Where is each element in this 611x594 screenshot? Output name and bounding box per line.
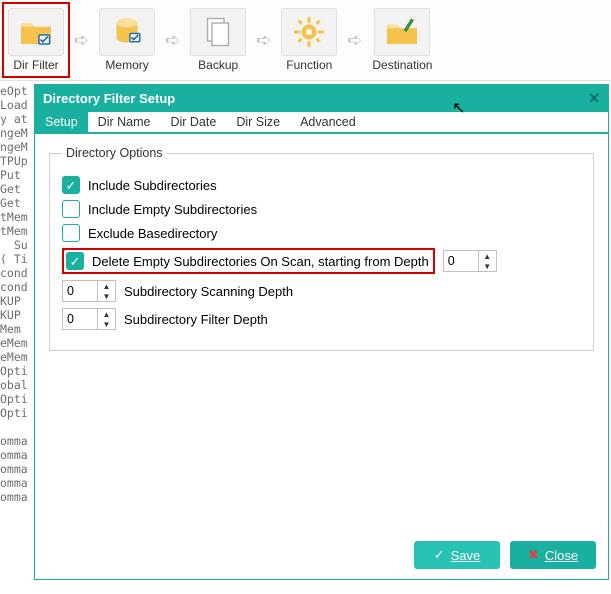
x-icon: ✖ [528, 547, 539, 563]
arrow-icon: ➪ [68, 30, 95, 51]
arrow-icon: ➪ [250, 30, 277, 51]
checkbox-exclude-base[interactable] [62, 224, 80, 242]
tab-dir-name[interactable]: Dir Name [88, 112, 161, 132]
toolbar-dir-filter[interactable]: Dir Filter [4, 4, 68, 76]
directory-options-group: Directory Options Include Subdirectories… [49, 146, 594, 351]
dialog-titlebar: Directory Filter Setup ✕ [35, 85, 608, 112]
input-delete-depth-field[interactable] [444, 251, 478, 271]
input-scan-depth[interactable]: ▲▼ [62, 280, 116, 302]
folder-filter-icon [8, 8, 64, 56]
toolbar-label: Memory [105, 58, 148, 72]
arrow-icon: ➪ [341, 30, 368, 51]
dialog-footer: ✓ Save ✖ Close [35, 531, 608, 579]
directory-filter-dialog: Directory Filter Setup ✕ Setup Dir Name … [34, 84, 609, 580]
checkbox-include-empty[interactable] [62, 200, 80, 218]
gear-icon [281, 8, 337, 56]
toolbar-destination[interactable]: Destination [368, 4, 436, 76]
label-scan-depth: Subdirectory Scanning Depth [124, 284, 293, 299]
tab-advanced[interactable]: Advanced [290, 112, 366, 132]
check-icon: ✓ [434, 547, 445, 563]
close-button[interactable]: ✖ Close [510, 541, 596, 569]
spinner-up-icon[interactable]: ▲ [479, 251, 496, 261]
toolbar-memory[interactable]: Memory [95, 4, 159, 76]
dialog-panel: Directory Options Include Subdirectories… [35, 134, 608, 531]
label-filter-depth: Subdirectory Filter Depth [124, 312, 268, 327]
spinner-down-icon[interactable]: ▼ [98, 319, 115, 329]
toolbar-label: Backup [198, 58, 238, 72]
spinner-down-icon[interactable]: ▼ [479, 261, 496, 271]
close-button-label: Close [545, 548, 578, 563]
input-scan-depth-field[interactable] [63, 281, 97, 301]
label-exclude-base: Exclude Basedirectory [88, 226, 217, 241]
save-button[interactable]: ✓ Save [414, 541, 500, 569]
toolbar: Dir Filter ➪ Memory ➪ Backup ➪ Function … [0, 0, 611, 81]
close-icon[interactable]: ✕ [588, 90, 600, 107]
input-delete-depth[interactable]: ▲▼ [443, 250, 497, 272]
highlighted-option: Delete Empty Subdirectories On Scan, sta… [62, 248, 435, 274]
checkbox-include-sub[interactable] [62, 176, 80, 194]
destination-icon [374, 8, 430, 56]
spinner-up-icon[interactable]: ▲ [98, 309, 115, 319]
dialog-title: Directory Filter Setup [43, 91, 175, 106]
label-include-sub: Include Subdirectories [88, 178, 217, 193]
checkbox-delete-empty[interactable] [66, 252, 84, 270]
spinner-down-icon[interactable]: ▼ [98, 291, 115, 301]
group-legend: Directory Options [62, 146, 167, 160]
memory-icon [99, 8, 155, 56]
dialog-tabs: Setup Dir Name Dir Date Dir Size Advance… [35, 112, 608, 134]
spinner-up-icon[interactable]: ▲ [98, 281, 115, 291]
arrow-icon: ➪ [159, 30, 186, 51]
tab-dir-date[interactable]: Dir Date [160, 112, 226, 132]
save-button-label: Save [451, 548, 481, 563]
toolbar-label: Destination [372, 58, 432, 72]
tab-setup[interactable]: Setup [35, 112, 88, 132]
label-delete-empty: Delete Empty Subdirectories On Scan, sta… [92, 254, 429, 269]
toolbar-label: Function [286, 58, 332, 72]
input-filter-depth[interactable]: ▲▼ [62, 308, 116, 330]
toolbar-label: Dir Filter [13, 58, 58, 72]
backup-icon [190, 8, 246, 56]
toolbar-backup[interactable]: Backup [186, 4, 250, 76]
input-filter-depth-field[interactable] [63, 309, 97, 329]
label-include-empty: Include Empty Subdirectories [88, 202, 257, 217]
tab-dir-size[interactable]: Dir Size [226, 112, 290, 132]
toolbar-function[interactable]: Function [277, 4, 341, 76]
